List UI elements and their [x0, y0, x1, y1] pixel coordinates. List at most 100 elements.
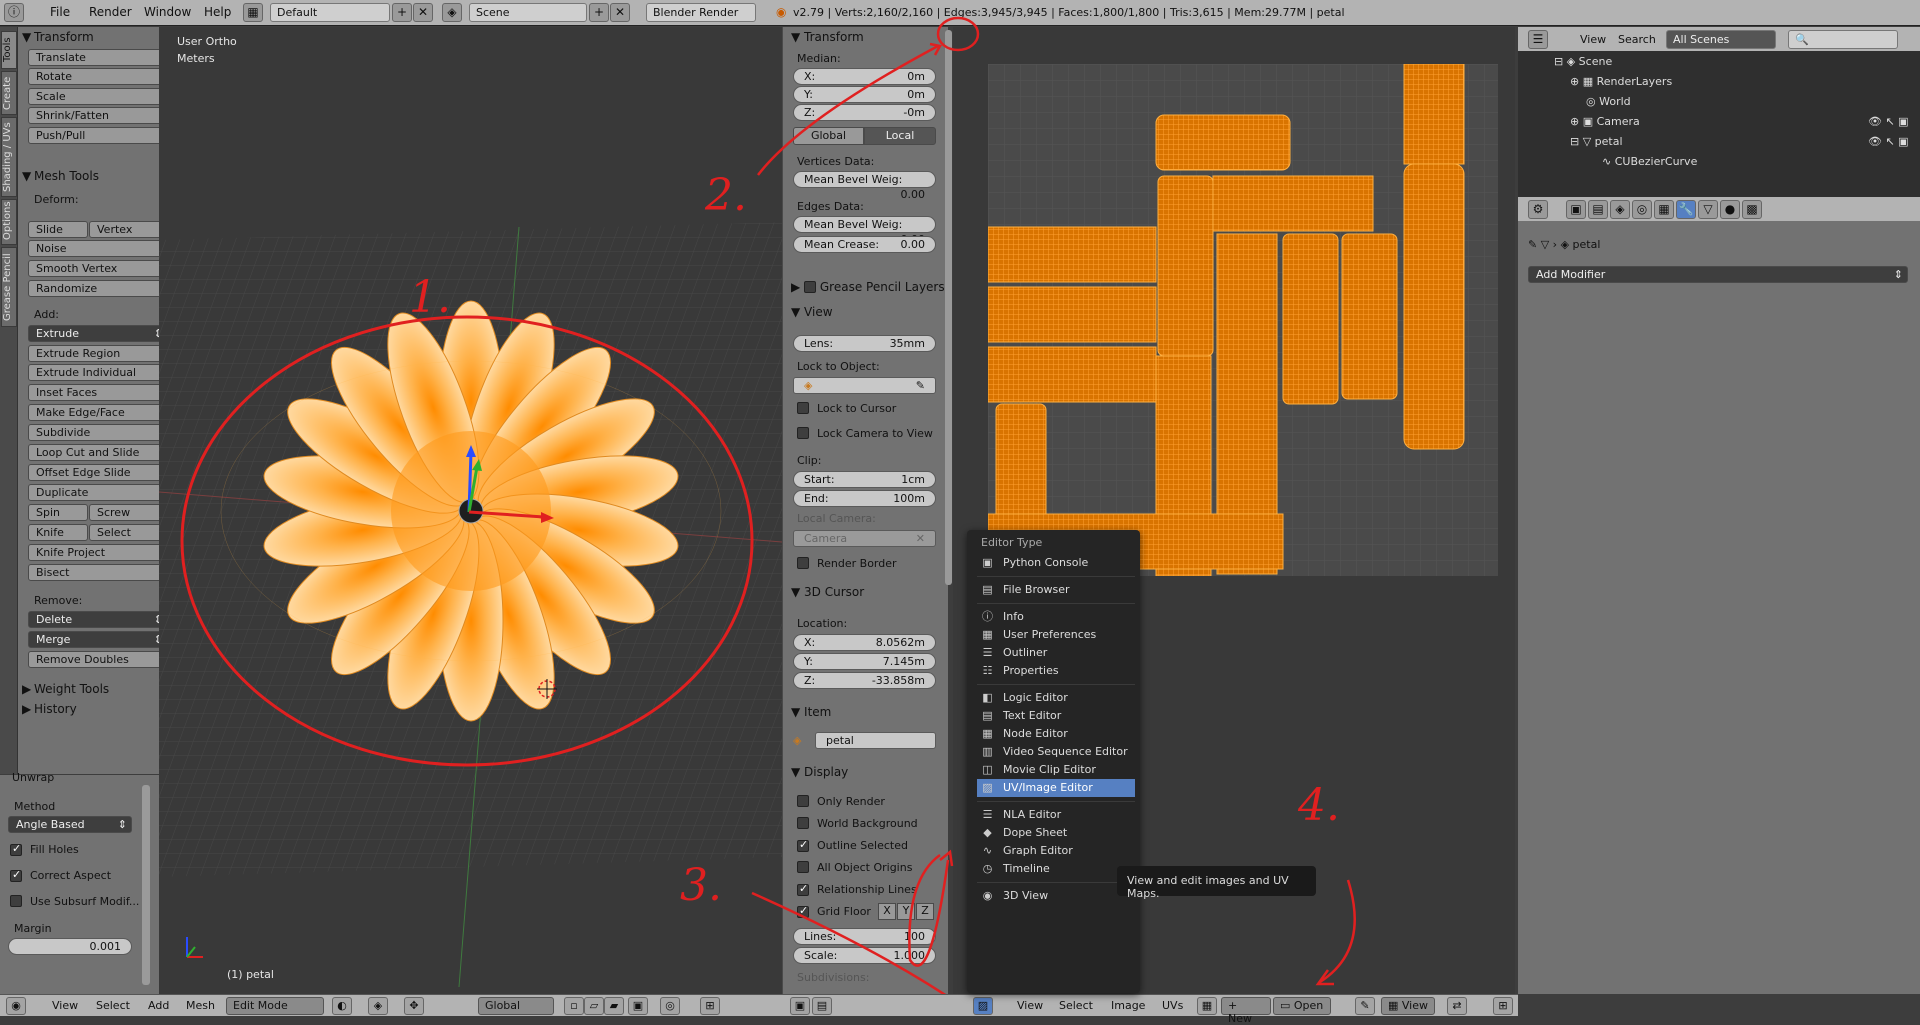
outliner-scenes-select[interactable]: All Scenes — [1666, 30, 1776, 49]
layers-tab-icon[interactable]: ▤ — [1588, 200, 1608, 219]
menu-item-properties[interactable]: ☷ Properties — [977, 662, 1135, 680]
mean-bevel-vertex-field[interactable]: Mean Bevel Weig: 0.00 — [793, 171, 936, 201]
rotate-button[interactable]: Rotate — [28, 68, 168, 85]
tab-create[interactable]: Create — [1, 71, 17, 115]
lock-camera-checkbox[interactable]: Lock Camera to View — [797, 427, 933, 440]
outliner-item-world[interactable]: ◎ World — [1586, 95, 1631, 108]
median-y-field[interactable]: Y: 0m — [793, 86, 936, 103]
screen-layout-icon[interactable]: ▦ — [243, 3, 263, 22]
clip-start-field[interactable]: Start: 1cm — [793, 471, 936, 488]
uv-select-menu[interactable]: Select — [1059, 999, 1093, 1012]
remove-scene-icon[interactable]: ✕ — [610, 3, 630, 22]
shading-icon[interactable]: ◐ — [332, 997, 352, 1015]
outliner-view-menu[interactable]: View — [1580, 33, 1606, 46]
menu-item-user-preferences[interactable]: ▦ User Preferences — [977, 626, 1135, 644]
relationship-lines-checkbox[interactable]: Relationship Lines — [797, 883, 917, 896]
extrude-region-button[interactable]: Extrude Region — [28, 345, 168, 362]
render-tab-icon[interactable]: ▣ — [1566, 200, 1586, 219]
image-browse-icon[interactable]: ▦ — [1197, 997, 1217, 1015]
manipulator-icon[interactable]: ✥ — [404, 997, 424, 1015]
uv-view-menu[interactable]: View — [1017, 999, 1043, 1012]
data-tab-icon[interactable]: ▽ — [1698, 200, 1718, 219]
menu-item-text-editor[interactable]: ▤ Text Editor — [977, 707, 1135, 725]
mesh-tools-panel-header[interactable]: ▼ Mesh Tools — [22, 169, 99, 183]
outliner-item-petal[interactable]: ⊟ ▽ petal — [1570, 135, 1623, 148]
n-panel-scrollbar[interactable] — [945, 30, 952, 585]
correct-aspect-checkbox[interactable]: Correct Aspect — [10, 869, 111, 882]
history-panel-header[interactable]: ▶ History — [22, 702, 77, 716]
mean-crease-field[interactable]: Mean Crease: 0.00 — [793, 236, 936, 253]
transform-panel-header[interactable]: ▼ Transform — [22, 30, 94, 44]
properties-editor-icon[interactable]: ⚙ — [1528, 200, 1548, 219]
grid-x-toggle[interactable]: X — [878, 903, 896, 920]
extrude-individual-button[interactable]: Extrude Individual — [28, 364, 168, 381]
mode-select[interactable]: Edit Mode — [226, 997, 324, 1015]
viewport-canvas[interactable] — [159, 27, 782, 994]
pin-icon[interactable]: ✎ — [1355, 997, 1375, 1015]
3d-editor-type-icon[interactable]: ◉ — [6, 997, 26, 1015]
scene-icon[interactable]: ◈ — [442, 3, 462, 22]
tab-shading-uvs[interactable]: Shading / UVs — [1, 117, 17, 197]
median-x-field[interactable]: X: 0m — [793, 68, 936, 85]
grease-pencil-layers-header[interactable]: ▶ Grease Pencil Layers — [791, 280, 945, 294]
visibility-eye-icon-petal[interactable]: 👁 ↖ ▣ — [1868, 135, 1909, 148]
world-tab-icon[interactable]: ◎ — [1632, 200, 1652, 219]
tab-grease-pencil[interactable]: Grease Pencil — [1, 247, 17, 327]
modifier-tab-icon[interactable]: 🔧 — [1676, 200, 1696, 219]
outliner-item-camera[interactable]: ⊕ ▣ Camera — [1570, 115, 1640, 128]
tab-options[interactable]: Options — [1, 199, 17, 245]
delete-menu[interactable]: Delete⇕ — [28, 611, 168, 628]
3d-cursor-header[interactable]: ▼ 3D Cursor — [791, 585, 864, 599]
new-image-button[interactable]: + New — [1221, 997, 1271, 1025]
menu-item-uv-image-editor[interactable]: ▨ UV/Image Editor — [977, 779, 1135, 797]
merge-menu[interactable]: Merge⇕ — [28, 631, 168, 648]
n-transform-header[interactable]: ▼ Transform — [791, 30, 864, 44]
scene-field[interactable]: Scene — [469, 3, 587, 22]
screw-button[interactable]: Screw — [89, 504, 168, 521]
knife-select-button[interactable]: Select — [89, 524, 168, 541]
menu-item-node-editor[interactable]: ▦ Node Editor — [977, 725, 1135, 743]
grid-floor-checkbox[interactable]: Grid Floor — [797, 905, 871, 918]
knife-project-button[interactable]: Knife Project — [28, 544, 168, 561]
edge-select-icon[interactable]: ▱ — [584, 997, 604, 1015]
outliner-search-menu[interactable]: Search — [1618, 33, 1656, 46]
menu-file[interactable]: File — [50, 5, 70, 19]
uv-image-menu[interactable]: Image — [1111, 999, 1145, 1012]
vertex-button[interactable]: Vertex — [89, 221, 168, 238]
use-subsurf-checkbox[interactable]: Use Subsurf Modif... — [10, 895, 139, 908]
add-modifier-select[interactable]: Add Modifier ⇕ — [1528, 266, 1908, 283]
camera-preview-icon[interactable]: ▤ — [812, 997, 832, 1015]
3d-view-menu[interactable]: View — [52, 999, 78, 1012]
orientation-select[interactable]: Global — [478, 997, 554, 1015]
add-scene-icon[interactable]: + — [589, 3, 609, 22]
3d-viewport[interactable]: User Ortho Meters (1) petal 1. — [159, 27, 782, 994]
extrude-menu[interactable]: Extrude⇕ — [28, 325, 168, 342]
render-preview-icon[interactable]: ▣ — [790, 997, 810, 1015]
menu-item-python-console[interactable]: ▣ Python Console — [977, 554, 1135, 572]
info-icon[interactable]: ⓘ — [4, 3, 24, 22]
local-toggle[interactable]: Local — [864, 127, 936, 145]
grid-z-toggle[interactable]: Z — [916, 903, 934, 920]
clip-end-field[interactable]: End: 100m — [793, 490, 936, 507]
duplicate-button[interactable]: Duplicate — [28, 484, 168, 501]
knife-button[interactable]: Knife — [28, 524, 88, 541]
cursor-x-field[interactable]: X: 8.0562m — [793, 634, 936, 651]
method-select[interactable]: Angle Based ⇕ — [8, 816, 132, 833]
item-name-field[interactable]: petal — [815, 732, 936, 749]
snap-icon[interactable]: ⊞ — [700, 997, 720, 1015]
material-tab-icon[interactable]: ● — [1720, 200, 1740, 219]
display-header[interactable]: ▼ Display — [791, 765, 848, 779]
grid-y-toggle[interactable]: Y — [897, 903, 915, 920]
translate-button[interactable]: Translate — [28, 49, 168, 66]
smooth-vertex-button[interactable]: Smooth Vertex — [28, 260, 168, 277]
outliner[interactable]: ⊟ ◈ Scene ⊕ ▦ RenderLayers ◎ World ⊕ ▣ C… — [1518, 27, 1920, 197]
loop-cut-button[interactable]: Loop Cut and Slide — [28, 444, 168, 461]
scale-button[interactable]: Scale — [28, 88, 168, 105]
uv-snap-icon[interactable]: ⊞ — [1493, 997, 1513, 1015]
menu-item-movie-clip-editor[interactable]: ◫ Movie Clip Editor — [977, 761, 1135, 779]
menu-item-info[interactable]: ⓘ Info — [977, 608, 1135, 626]
local-camera-field[interactable]: Camera ✕ — [793, 530, 936, 547]
menu-item-file-browser[interactable]: ▤ File Browser — [977, 581, 1135, 599]
uv-canvas[interactable] — [987, 63, 1498, 577]
unwrap-scrollbar[interactable] — [142, 785, 150, 985]
